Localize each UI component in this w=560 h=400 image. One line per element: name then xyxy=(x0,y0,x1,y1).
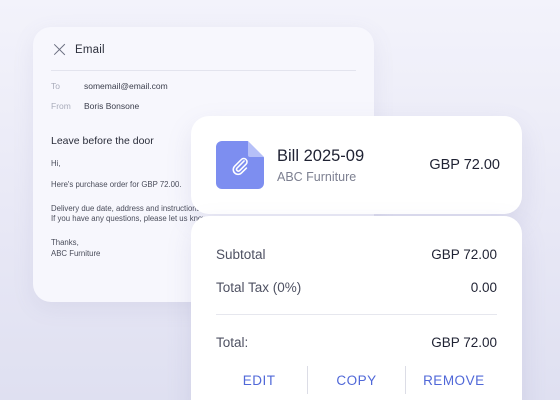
subtotal-value: GBP 72.00 xyxy=(431,247,497,262)
email-closing: Thanks, xyxy=(51,238,79,247)
paperclip-icon xyxy=(232,157,248,176)
to-label: To xyxy=(51,81,60,91)
email-header: Email xyxy=(53,43,105,56)
subtotal-row: Subtotal GBP 72.00 xyxy=(216,247,497,262)
email-divider xyxy=(51,70,356,71)
close-icon[interactable] xyxy=(53,43,66,56)
bill-amount: GBP 72.00 xyxy=(429,157,500,173)
total-row: Total: GBP 72.00 xyxy=(216,335,497,350)
action-bar: EDIT COPY REMOVE xyxy=(211,366,502,394)
total-value: GBP 72.00 xyxy=(431,335,497,350)
to-value[interactable]: somemail@email.com xyxy=(84,81,168,91)
tax-row: Total Tax (0%) 0.00 xyxy=(216,280,497,295)
email-paragraph: Here's purchase order for GBP 72.00. xyxy=(51,180,182,189)
from-value[interactable]: Boris Bonsone xyxy=(84,101,139,111)
total-label: Total: xyxy=(216,335,249,350)
to-row: To somemail@email.com xyxy=(51,81,168,91)
bill-card[interactable]: Bill 2025-09 ABC Furniture GBP 72.00 xyxy=(191,116,522,214)
tax-label: Total Tax (0%) xyxy=(216,280,302,295)
from-row: From Boris Bonsone xyxy=(51,101,139,111)
email-greeting: Hi, xyxy=(51,159,61,168)
subtotal-label: Subtotal xyxy=(216,247,266,262)
bill-vendor: ABC Furniture xyxy=(277,170,357,184)
email-subject: Leave before the door xyxy=(51,135,154,147)
totals-card: Subtotal GBP 72.00 Total Tax (0%) 0.00 T… xyxy=(191,216,522,400)
bill-title: Bill 2025-09 xyxy=(277,147,365,165)
tax-value: 0.00 xyxy=(470,280,497,295)
copy-button[interactable]: COPY xyxy=(308,373,404,388)
email-title: Email xyxy=(75,43,105,56)
email-signature: ABC Furniture xyxy=(51,249,101,258)
from-label: From xyxy=(51,101,71,111)
totals-divider xyxy=(216,314,497,315)
email-paragraph: If you have any questions, please let us… xyxy=(51,214,210,223)
edit-button[interactable]: EDIT xyxy=(211,373,307,388)
remove-button[interactable]: REMOVE xyxy=(406,373,502,388)
